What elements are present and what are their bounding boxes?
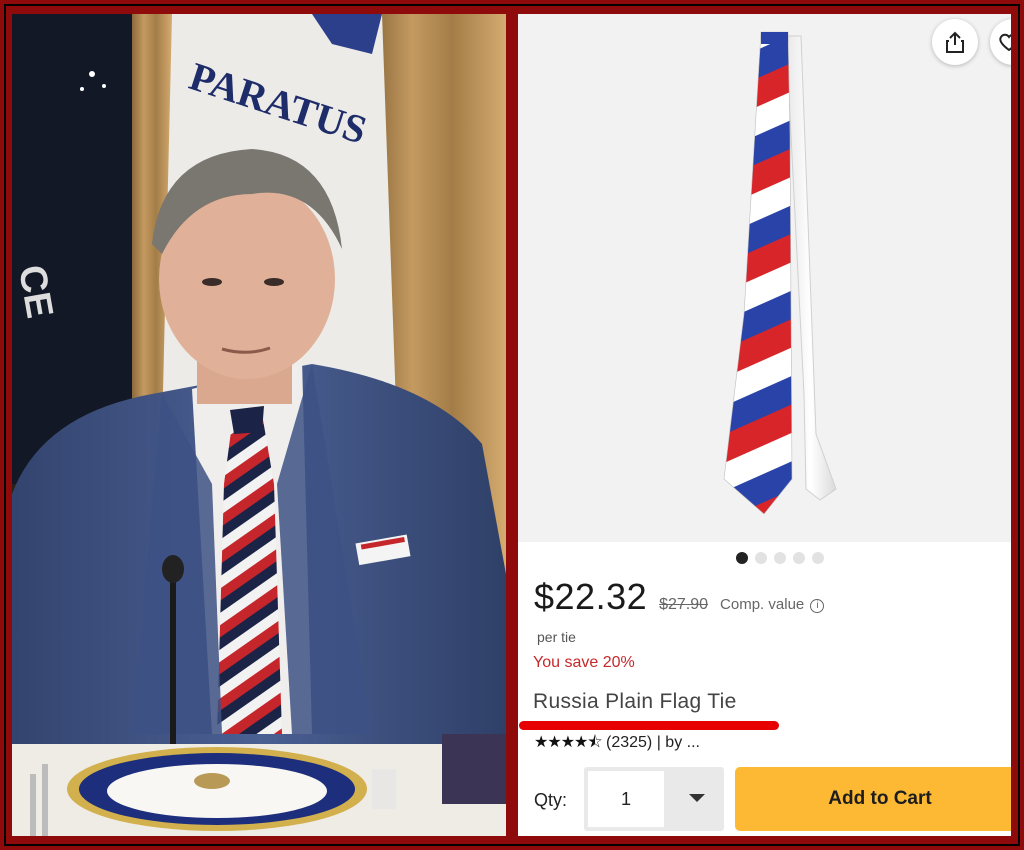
byline: | by ... bbox=[656, 734, 700, 751]
qty-label: Qty: bbox=[534, 790, 568, 810]
carousel-dot[interactable] bbox=[812, 552, 824, 564]
add-to-cart-button[interactable]: Add to Cart bbox=[735, 767, 1011, 831]
comp-value-text: Comp. value bbox=[720, 596, 805, 613]
original-price: $27.90 bbox=[659, 596, 709, 613]
price-row: $22.32 $27.90 Comp. value i bbox=[534, 576, 825, 618]
savings-text: You save 20% bbox=[533, 654, 635, 671]
product-title-wrap: Russia Plain Flag Tie bbox=[519, 690, 779, 730]
image-carousel-dots bbox=[736, 552, 824, 564]
carousel-dot[interactable] bbox=[793, 552, 805, 564]
info-icon[interactable]: i bbox=[810, 599, 825, 613]
unit-label: per tie bbox=[537, 629, 576, 645]
current-price: $22.32 bbox=[534, 576, 648, 617]
chevron-down-icon[interactable] bbox=[688, 793, 706, 803]
heart-icon bbox=[999, 33, 1011, 52]
rating-count: (2325) bbox=[605, 734, 653, 751]
striped-tie-image bbox=[723, 31, 837, 515]
carousel-dot[interactable] bbox=[755, 552, 767, 564]
rating-row[interactable]: ★★★★⯪ (2325) | by ... bbox=[534, 731, 700, 758]
rating-stars: ★★★★⯪ bbox=[534, 734, 603, 751]
red-underline-annotation bbox=[519, 721, 779, 730]
product-title: Russia Plain Flag Tie bbox=[533, 690, 737, 713]
carousel-dot[interactable] bbox=[736, 552, 748, 564]
comp-value-label: Comp. value i bbox=[720, 596, 825, 613]
man-in-suit-photo: PARATUS CE bbox=[12, 14, 506, 836]
share-icon bbox=[946, 31, 964, 53]
quantity-select[interactable]: 1 bbox=[584, 767, 724, 831]
photo-panel: PARATUS CE bbox=[12, 14, 506, 836]
product-image[interactable] bbox=[518, 14, 1011, 542]
qty-value[interactable]: 1 bbox=[588, 771, 664, 827]
side-flag-lettering: CE bbox=[12, 262, 60, 321]
carousel-dot[interactable] bbox=[774, 552, 786, 564]
product-page: $22.32 $27.90 Comp. value i per tie You … bbox=[518, 14, 1011, 836]
share-button[interactable] bbox=[932, 19, 978, 65]
